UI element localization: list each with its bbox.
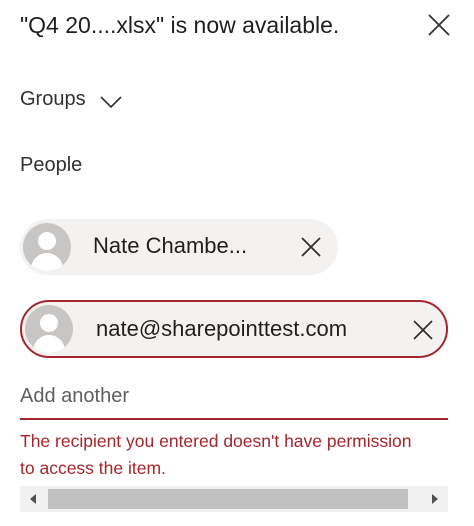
- scroll-right-button[interactable]: [422, 486, 448, 512]
- close-button[interactable]: [424, 10, 454, 40]
- recipient-email: nate@sharepointtest.com: [96, 316, 348, 341]
- triangle-right-icon: [432, 494, 438, 504]
- add-recipient-input[interactable]: [20, 374, 448, 420]
- triangle-left-icon: [30, 494, 36, 504]
- avatar: [25, 305, 73, 353]
- close-icon: [428, 14, 450, 36]
- people-label: People: [20, 154, 83, 176]
- recipient-name: Nate Chambe...: [93, 233, 248, 258]
- error-message: The recipient you entered doesn't have p…: [20, 431, 412, 478]
- scrollbar-thumb[interactable]: [48, 489, 408, 509]
- recipient-chip[interactable]: Nate Chambe...: [20, 219, 338, 275]
- horizontal-scrollbar[interactable]: [20, 486, 448, 512]
- groups-toggle[interactable]: Groups: [20, 84, 122, 114]
- close-icon: [301, 237, 321, 257]
- dialog-title: "Q4 20....xlsx" is now available.: [20, 12, 340, 38]
- remove-recipient-button[interactable]: [410, 317, 436, 343]
- remove-recipient-button[interactable]: [298, 234, 324, 260]
- recipient-chip-error[interactable]: nate@sharepointtest.com: [20, 300, 448, 358]
- scroll-left-button[interactable]: [20, 486, 46, 512]
- close-icon: [413, 320, 433, 340]
- chevron-down-icon: [100, 92, 122, 109]
- groups-label: Groups: [20, 87, 86, 110]
- avatar: [23, 223, 71, 271]
